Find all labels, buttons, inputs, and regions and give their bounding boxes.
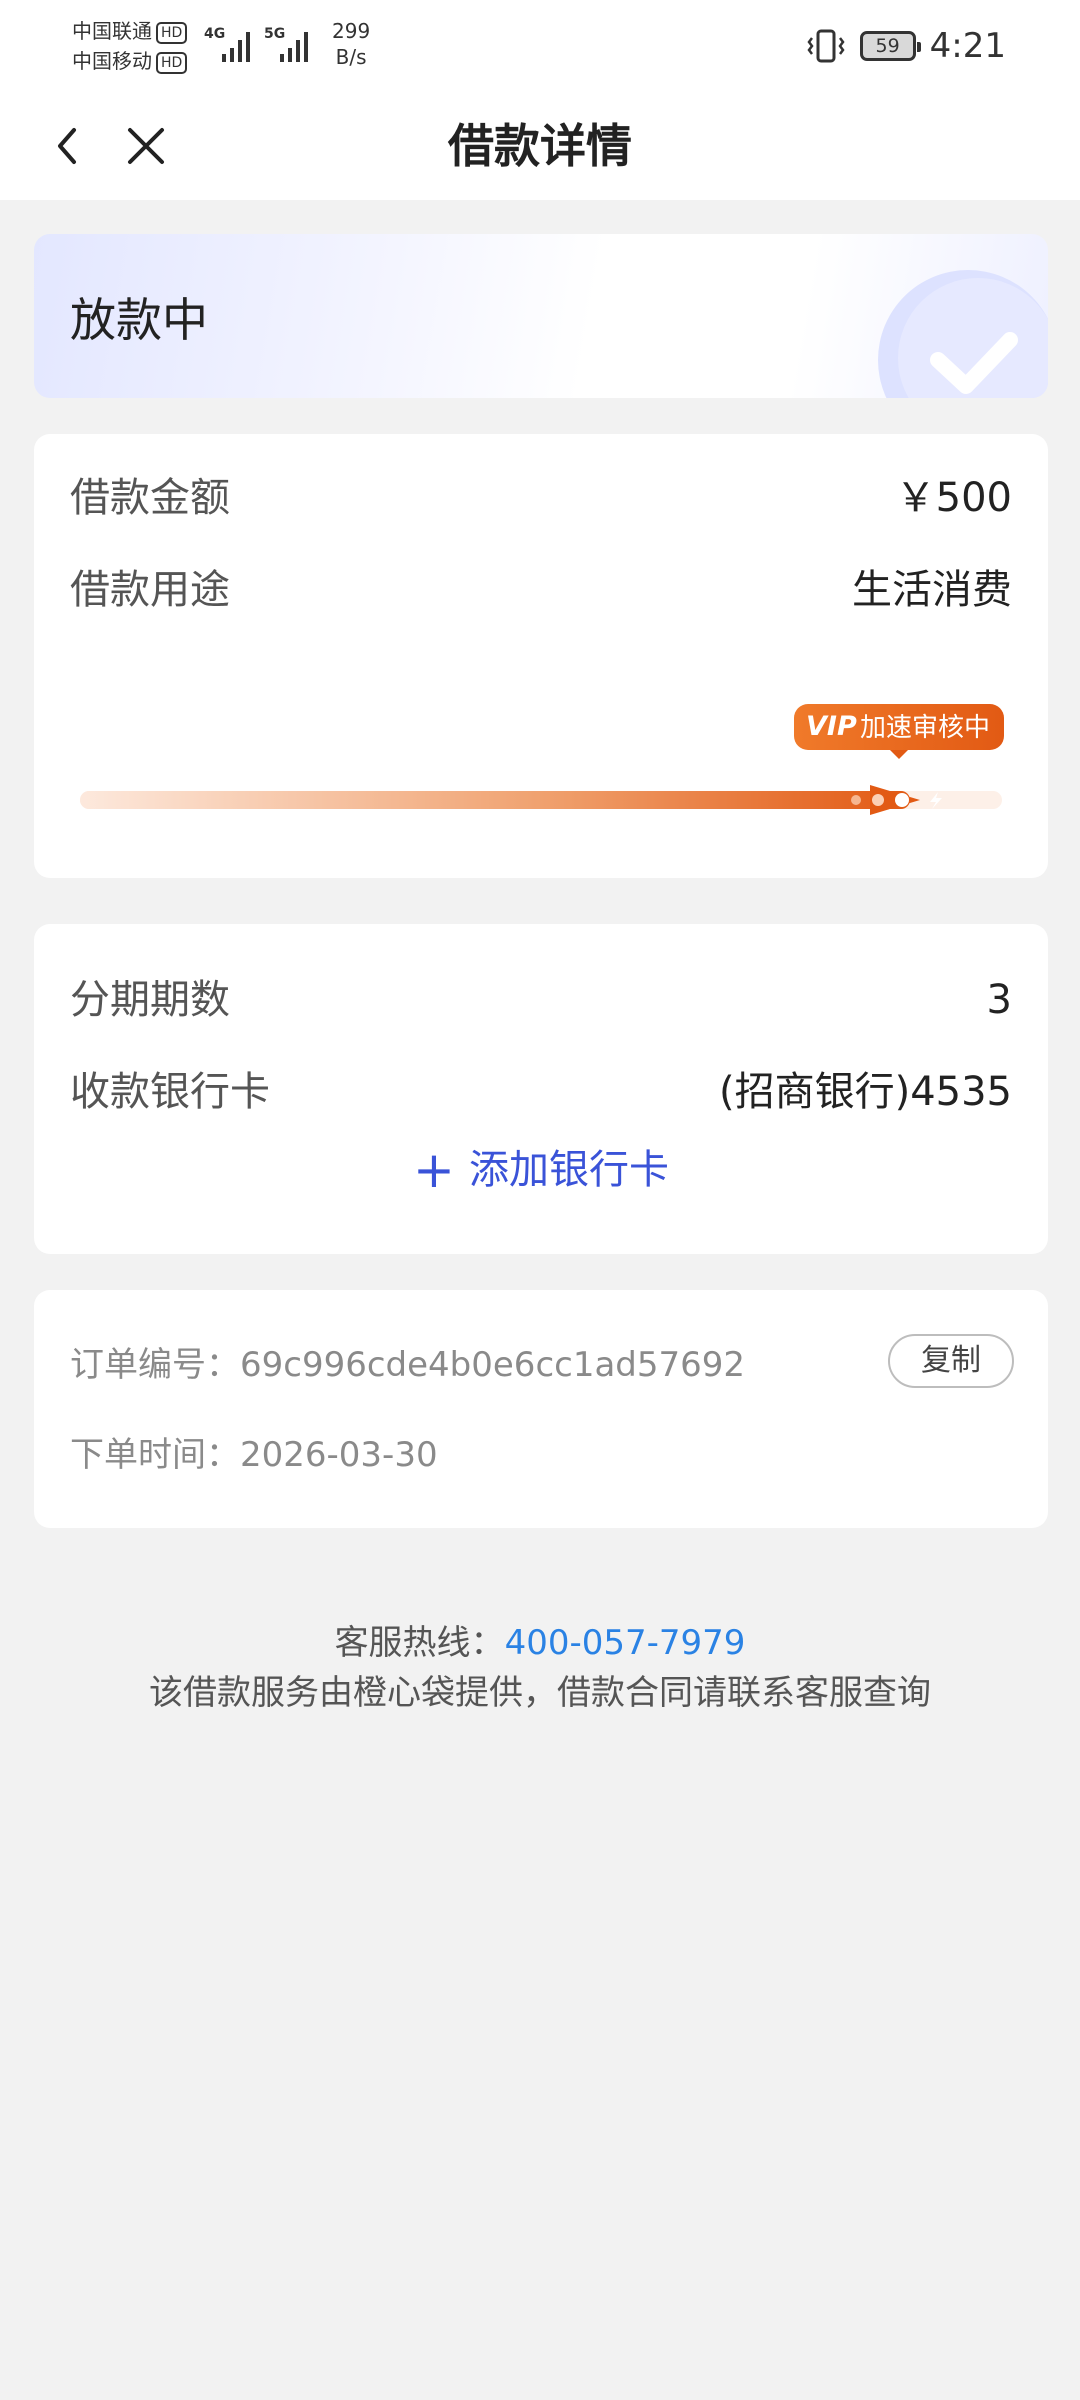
carrier-2: 中国移动 — [72, 49, 152, 73]
loan-status-card: 放款中 — [34, 234, 1048, 398]
plus-icon: + — [413, 1141, 455, 1199]
bank-card-value: (招商银行)4535 — [718, 1069, 1012, 1115]
order-time-value: 2026-03-30 — [240, 1435, 438, 1475]
loan-progress-bar — [80, 785, 1002, 815]
network-speed: 299 B/s — [332, 19, 371, 69]
carrier-1: 中国联通 — [72, 19, 152, 43]
hotline-number-link[interactable]: 400-057-7979 — [505, 1623, 746, 1663]
loan-purpose-row: 借款用途 生活消费 — [70, 560, 1012, 620]
hd-badge: HD — [156, 51, 188, 74]
order-time-label: 下单时间： — [70, 1435, 240, 1475]
installment-card: 分期期数 3 收款银行卡 (招商银行)4535 + 添加银行卡 — [34, 924, 1048, 1254]
loan-purpose-label: 借款用途 — [70, 567, 230, 613]
carrier-info: 中国联通 HD 中国移动 HD — [72, 16, 188, 76]
installment-periods-row: 分期期数 3 — [70, 970, 1012, 1030]
service-notice: 该借款服务由橙心袋提供，借款合同请联系客服查询 — [149, 1673, 931, 1713]
loan-purpose-value: 生活消费 — [852, 567, 1012, 613]
vip-mark: VIP — [806, 711, 857, 742]
loan-amount-label: 借款金额 — [70, 475, 230, 521]
vibrate-icon — [807, 29, 845, 63]
status-bar: 中国联通 HD 中国移动 HD 4G 5G 299 B/s 59 4:21 — [0, 0, 1080, 92]
hotline-label: 客服热线： — [334, 1623, 505, 1663]
signal-icon — [222, 32, 250, 62]
installment-periods-value: 3 — [986, 977, 1012, 1023]
page-title: 借款详情 — [448, 119, 632, 173]
add-bank-card-button[interactable]: + 添加银行卡 — [34, 1140, 1048, 1200]
footer: 客服热线：400-057-7979 该借款服务由橙心袋提供，借款合同请联系客服查… — [0, 1618, 1080, 1718]
installment-periods-label: 分期期数 — [70, 977, 230, 1023]
order-info-card: 订单编号：69c996cde4b0e6cc1ad57692 复制 下单时间：20… — [34, 1290, 1048, 1528]
hotline-row: 客服热线：400-057-7979 — [0, 1618, 1080, 1668]
vip-review-badge: VIP 加速审核中 — [794, 704, 1004, 760]
battery-indicator: 59 — [859, 31, 921, 61]
signal-icon — [280, 32, 308, 62]
loan-amount-row: 借款金额 ￥500 — [70, 468, 1012, 528]
nav-bar: 借款详情 — [0, 92, 1080, 200]
hd-badge: HD — [156, 21, 188, 44]
bank-card-label: 收款银行卡 — [70, 1069, 270, 1115]
check-circle-icon — [878, 270, 1048, 398]
order-id-value: 69c996cde4b0e6cc1ad57692 — [240, 1345, 746, 1385]
loan-status-text: 放款中 — [70, 293, 208, 347]
loan-amount-value: ￥500 — [895, 475, 1012, 521]
order-time-row: 下单时间：2026-03-30 — [70, 1430, 438, 1480]
add-bank-card-label: 添加银行卡 — [468, 1147, 669, 1193]
bank-card-row: 收款银行卡 (招商银行)4535 — [70, 1062, 1012, 1122]
clock: 4:21 — [929, 26, 1006, 66]
vip-badge-label: 加速审核中 — [860, 713, 991, 743]
order-id-row: 订单编号：69c996cde4b0e6cc1ad57692 — [70, 1340, 745, 1390]
loan-info-card: 借款金额 ￥500 借款用途 生活消费 VIP 加速审核中 — [34, 434, 1048, 878]
copy-button[interactable]: 复制 — [888, 1334, 1014, 1388]
order-id-label: 订单编号： — [70, 1345, 240, 1385]
